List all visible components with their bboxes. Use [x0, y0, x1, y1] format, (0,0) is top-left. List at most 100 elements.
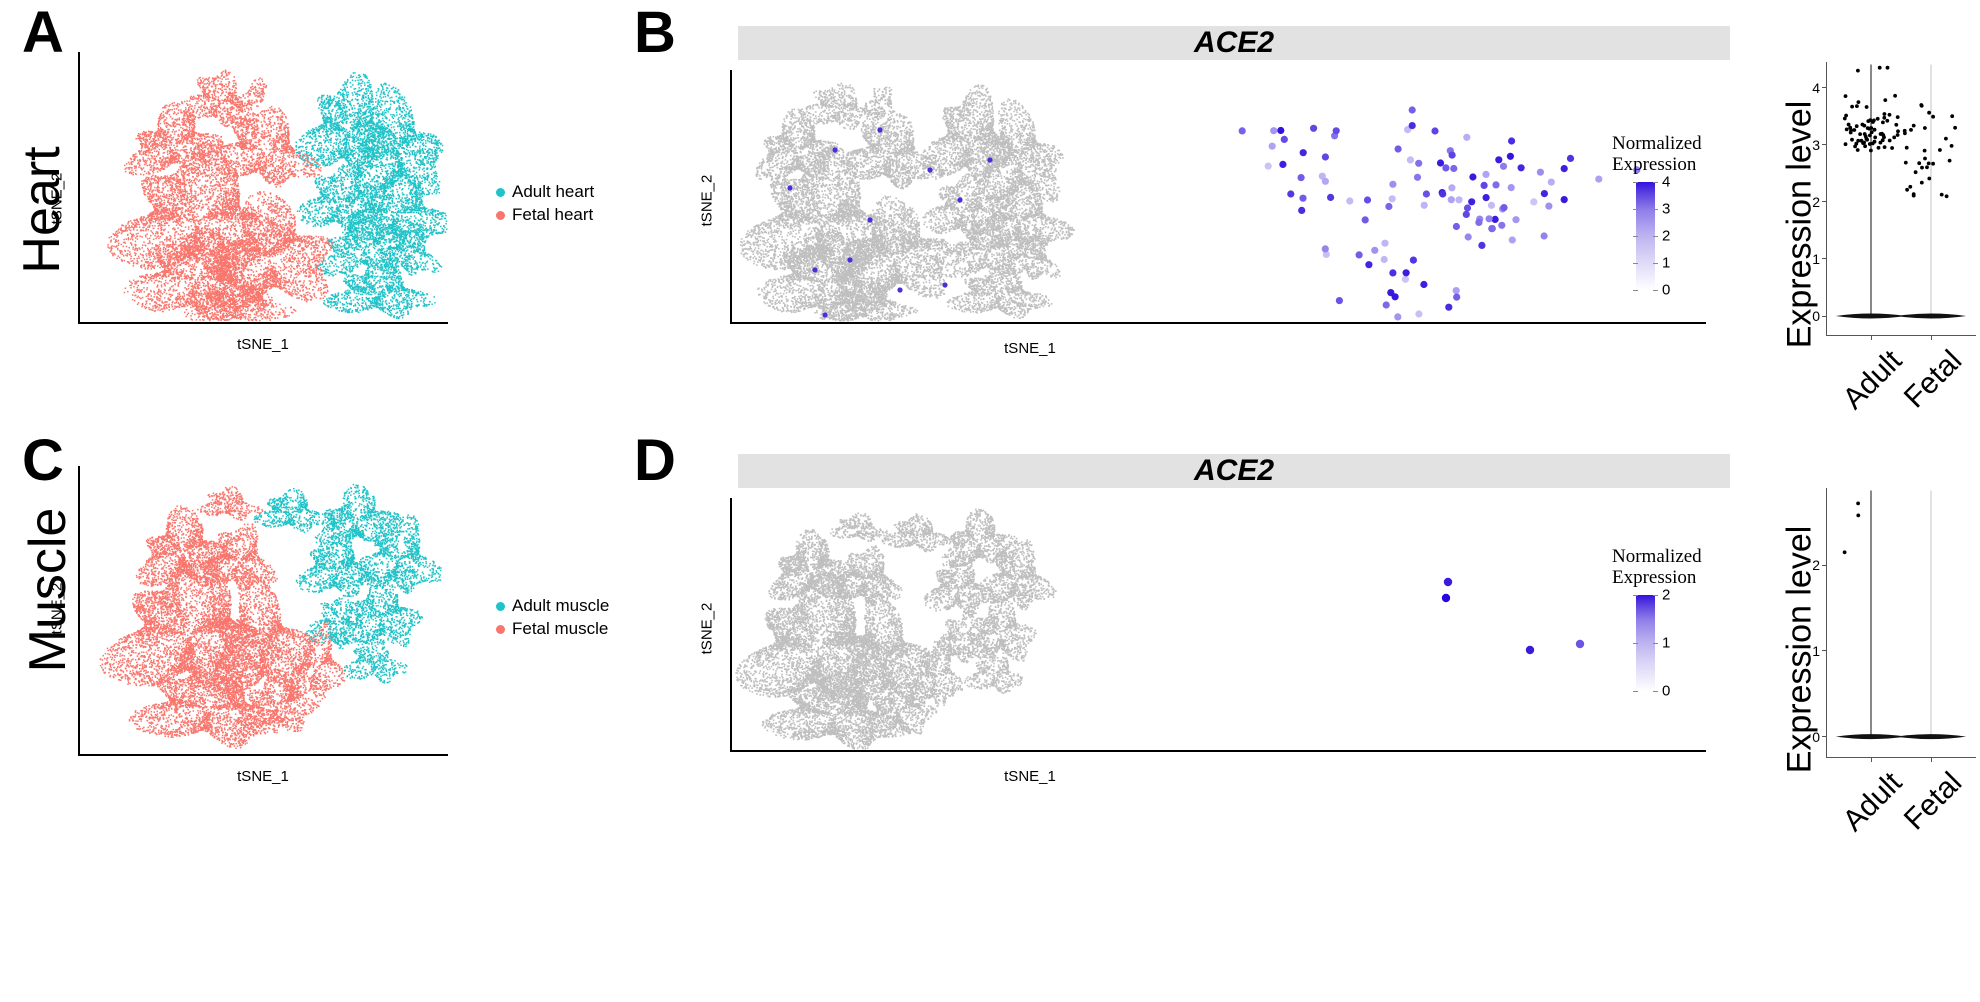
- colorbar-title: Normalized Expression: [1612, 546, 1702, 589]
- panel-a-legend: Adult heart Fetal heart: [496, 182, 594, 228]
- panel-d-violin-points: [1826, 488, 1976, 758]
- colorbar-tickmark: [1633, 643, 1638, 644]
- violin-y-tickmark: [1822, 87, 1826, 88]
- colorbar-tickmark: [1633, 209, 1638, 210]
- colorbar-tick-labels: 43210: [1660, 182, 1674, 290]
- panel-b-x-axis-title: tSNE_1: [730, 340, 1330, 357]
- panel-c-x-axis-title: tSNE_1: [78, 768, 448, 785]
- colorbar-tickmark: [1653, 643, 1658, 644]
- panel-d-feature-plot: [730, 498, 1706, 752]
- violin-y-tick-label: 3: [1800, 138, 1820, 152]
- colorbar-tickmark: [1653, 263, 1658, 264]
- colorbar-body: 43210: [1636, 182, 1702, 290]
- panel-letter-b: B: [634, 4, 676, 62]
- legend-dot-icon: [496, 211, 505, 220]
- colorbar-gradient: [1636, 182, 1655, 290]
- colorbar-body: 210: [1636, 595, 1702, 691]
- colorbar-tickmark: [1653, 691, 1658, 692]
- panel-d-scatter-points: [730, 498, 1706, 752]
- colorbar-tick-label: 0: [1662, 282, 1670, 297]
- legend-label: Fetal heart: [512, 205, 593, 225]
- figure-root: Heart Muscle A tSNE_2 tSNE_1 Adult heart…: [0, 0, 1980, 1002]
- colorbar-title-line2: Expression: [1612, 154, 1696, 175]
- colorbar-tick-label: 3: [1662, 201, 1670, 216]
- colorbar-title: Normalized Expression: [1612, 133, 1702, 176]
- panel-letter-c: C: [22, 432, 64, 490]
- colorbar-tick-label: 4: [1662, 174, 1670, 189]
- legend-label: Adult heart: [512, 182, 594, 202]
- violin-y-tick-label: 1: [1800, 252, 1820, 266]
- legend-label: Fetal muscle: [512, 619, 608, 639]
- colorbar-tickmark: [1653, 290, 1658, 291]
- colorbar-tickmark: [1653, 595, 1658, 596]
- colorbar-title-line1: Normalized: [1612, 546, 1702, 567]
- violin-y-tickmark: [1822, 565, 1826, 566]
- violin-x-tickmark: [1931, 758, 1932, 762]
- panel-b-feature-plot: [730, 70, 1706, 324]
- panel-d-strip-title: ACE2: [738, 454, 1730, 488]
- violin-y-tick-label: 2: [1800, 195, 1820, 209]
- panel-letter-a: A: [22, 4, 64, 62]
- colorbar-tickmark: [1633, 290, 1638, 291]
- legend-item-adult-muscle: Adult muscle: [496, 596, 609, 616]
- panel-c-scatter-points: [78, 466, 448, 756]
- violin-y-tickmark: [1822, 650, 1826, 651]
- panel-b-y-axis-title: tSNE_2: [699, 166, 716, 236]
- colorbar-tick-label: 2: [1662, 587, 1670, 602]
- colorbar-tickmark: [1633, 263, 1638, 264]
- colorbar-tick-label: 1: [1662, 635, 1670, 650]
- colorbar-tickmark: [1653, 236, 1658, 237]
- colorbar-title-line1: Normalized: [1612, 133, 1702, 154]
- colorbar-tick-labels: 210: [1660, 595, 1674, 691]
- violin-y-tick-label: 4: [1800, 81, 1820, 95]
- violin-x-tickmark: [1931, 336, 1932, 340]
- legend-label: Adult muscle: [512, 596, 609, 616]
- panel-d-colorbar-legend: Normalized Expression 210: [1612, 546, 1702, 691]
- panel-b-colorbar-legend: Normalized Expression 43210: [1612, 133, 1702, 290]
- panel-letter-d: D: [634, 432, 676, 490]
- violin-y-tick-label: 2: [1800, 558, 1820, 572]
- legend-item-fetal-heart: Fetal heart: [496, 205, 594, 225]
- violin-y-tickmark: [1822, 144, 1826, 145]
- colorbar-tickmark: [1633, 182, 1638, 183]
- panel-a-scatter-points: [78, 52, 448, 324]
- colorbar-tick-label: 0: [1662, 683, 1670, 698]
- violin-y-tick-label: 0: [1800, 730, 1820, 744]
- colorbar-gradient: [1636, 595, 1655, 691]
- legend-dot-icon: [496, 188, 505, 197]
- panel-c-legend: Adult muscle Fetal muscle: [496, 596, 609, 642]
- violin-y-tick-label: 0: [1800, 309, 1820, 323]
- colorbar-tick-label: 2: [1662, 228, 1670, 243]
- panel-b-violin-points: [1826, 62, 1976, 336]
- violin-y-tick-label: 1: [1800, 644, 1820, 658]
- violin-y-tickmark: [1822, 316, 1826, 317]
- legend-item-fetal-muscle: Fetal muscle: [496, 619, 609, 639]
- panel-b-strip-title: ACE2: [738, 26, 1730, 60]
- colorbar-tickmark: [1653, 209, 1658, 210]
- violin-x-tickmark: [1871, 758, 1872, 762]
- panel-d-violin-plot: [1826, 488, 1976, 758]
- violin-x-tickmark: [1871, 336, 1872, 340]
- violin-y-tickmark: [1822, 258, 1826, 259]
- panel-b-violin-y-title: Expression level: [1781, 80, 1820, 370]
- panel-b-violin-plot: [1826, 62, 1976, 336]
- legend-dot-icon: [496, 625, 505, 634]
- colorbar-tickmark: [1633, 236, 1638, 237]
- violin-y-tickmark: [1822, 201, 1826, 202]
- legend-item-adult-heart: Adult heart: [496, 182, 594, 202]
- colorbar-tickmark: [1633, 691, 1638, 692]
- panel-c-tsne-plot: [78, 466, 448, 756]
- colorbar-title-line2: Expression: [1612, 567, 1696, 588]
- colorbar-tickmark: [1653, 182, 1658, 183]
- legend-dot-icon: [496, 602, 505, 611]
- panel-d-y-axis-title: tSNE_2: [699, 594, 716, 664]
- panel-a-x-axis-title: tSNE_1: [78, 336, 448, 353]
- panel-a-y-axis-title: tSNE_2: [49, 164, 66, 234]
- panel-c-y-axis-title: tSNE_2: [49, 574, 66, 644]
- panel-d-x-axis-title: tSNE_1: [730, 768, 1330, 785]
- panel-a-tsne-plot: [78, 52, 448, 324]
- panel-b-scatter-points: [730, 70, 1706, 324]
- colorbar-tick-label: 1: [1662, 255, 1670, 270]
- colorbar-tickmark: [1633, 595, 1638, 596]
- violin-y-tickmark: [1822, 736, 1826, 737]
